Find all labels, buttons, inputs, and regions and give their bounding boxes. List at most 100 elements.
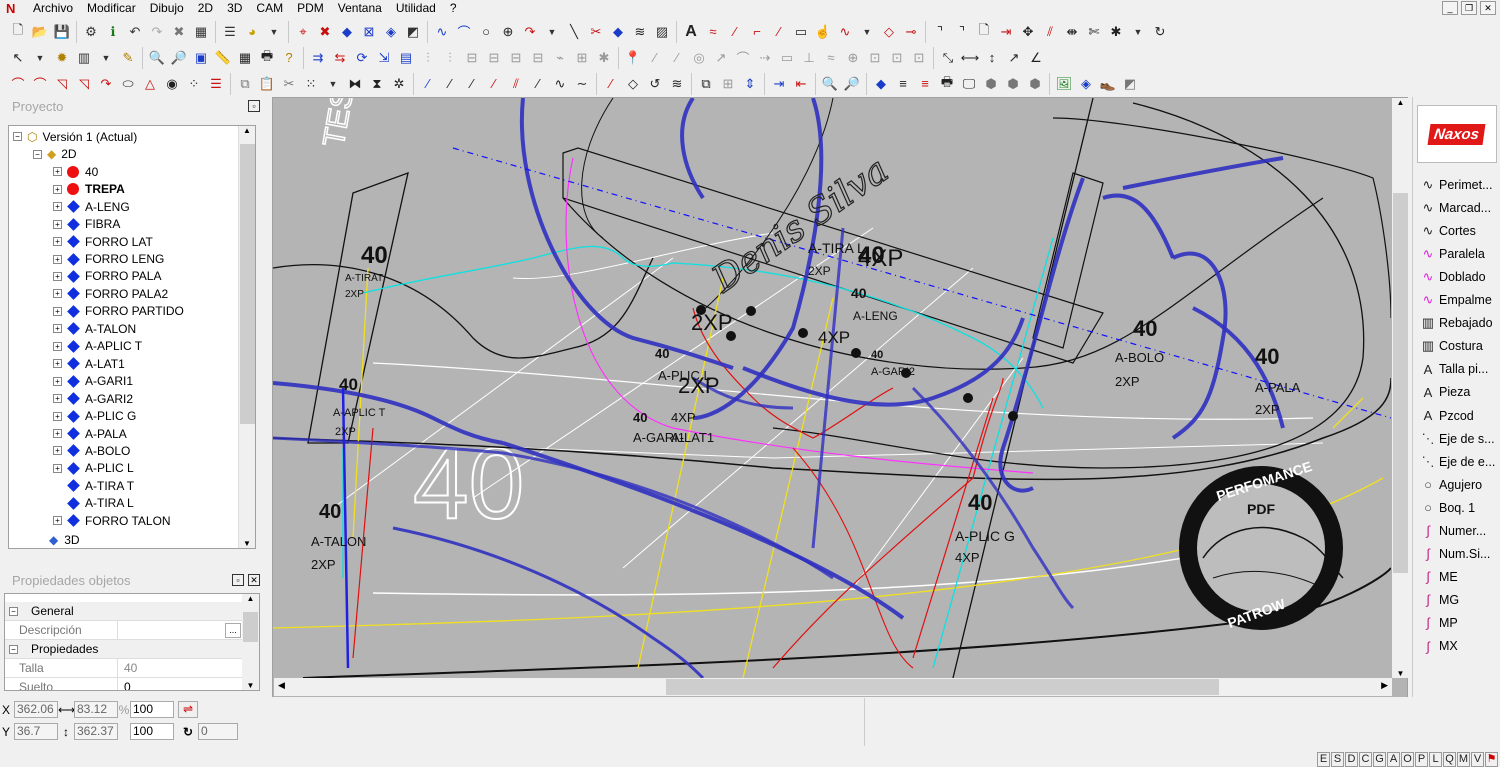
menu-cam[interactable]: CAM [249, 0, 290, 17]
grade4-icon[interactable]: ⊟ [483, 47, 505, 69]
properties-icon[interactable]: ▦ [190, 21, 212, 43]
tool-button[interactable]: ∿ Empalme [1419, 290, 1492, 310]
tree-item[interactable]: + A-APLIC T [53, 338, 142, 356]
new-file-icon[interactable]: 🗋 [7, 21, 29, 43]
status-flag[interactable]: M [1457, 752, 1470, 767]
project-tree[interactable]: − ⬡ Versión 1 (Actual) − ◆ 2D +40 + TREPA +… [8, 125, 256, 549]
menu-help[interactable]: ? [443, 0, 464, 17]
status-flag[interactable]: L [1429, 752, 1442, 767]
prop-row-suelto[interactable]: Suelto 0 [5, 678, 243, 690]
grade7-icon[interactable]: ⌁ [549, 47, 571, 69]
tree-item[interactable]: + FIBRA [53, 215, 120, 233]
expand-icon[interactable]: + [53, 411, 62, 421]
dim-angle-icon[interactable]: ∠ [1025, 47, 1047, 69]
grade2-icon[interactable]: ⫶ [439, 47, 461, 69]
status-flag[interactable]: P [1415, 752, 1428, 767]
grade8-icon[interactable]: ⊞ [571, 47, 593, 69]
dropdown-icon[interactable]: ▼ [322, 73, 344, 95]
tree-item[interactable]: + FORRO PARTIDO [53, 303, 184, 321]
help-icon[interactable]: ? [278, 47, 300, 69]
scroll-down-icon[interactable]: ▼ [242, 681, 259, 690]
tool-button[interactable]: ∫ MX [1419, 636, 1458, 656]
shape-b-icon[interactable]: ⬢ [1002, 73, 1024, 95]
expand-icon[interactable]: + [53, 359, 62, 369]
triangle-icon[interactable]: △ [139, 73, 161, 95]
rectangle-icon[interactable]: ▭ [790, 21, 812, 43]
tool-button[interactable]: ∿ Doblado [1419, 267, 1486, 287]
dropdown-icon[interactable]: ▼ [95, 47, 117, 69]
shape-a-icon[interactable]: ⬢ [980, 73, 1002, 95]
tree-scroll-thumb[interactable] [240, 144, 255, 424]
drawing-canvas[interactable]: 40 TES Denis Silva 40 A-TIRAT 2XP 40 A-A… [272, 85, 1408, 698]
scale-x-input[interactable]: 100 [130, 701, 174, 718]
fillet-icon[interactable]: ⌝ [929, 21, 951, 43]
wave-icon[interactable]: ≋ [629, 21, 651, 43]
suelto-value[interactable]: 0 [117, 678, 243, 690]
wave2-icon[interactable]: ∿ [834, 21, 856, 43]
tool-button[interactable]: ∫ Num.Si... [1419, 544, 1490, 564]
collapse-icon[interactable]: − [9, 606, 18, 616]
corner-icon[interactable]: ⌐ [746, 21, 768, 43]
collapse-icon[interactable]: − [9, 644, 18, 654]
flip-h-icon[interactable]: ⧓ [344, 73, 366, 95]
tree-item[interactable]: + A-LAT1 [53, 355, 125, 373]
tool-button[interactable]: ∫ Numer... [1419, 521, 1486, 541]
prop-row-descripcion[interactable]: Descripción ... [5, 621, 243, 640]
expand-icon[interactable]: + [53, 306, 62, 316]
dx-value[interactable]: 83.12 [74, 701, 118, 718]
offset-icon[interactable]: ⁄ [768, 21, 790, 43]
slash-icon[interactable]: ⁄ [724, 21, 746, 43]
dim-diag-icon[interactable]: ⤡ [937, 47, 959, 69]
grade5-icon[interactable]: ⊟ [505, 47, 527, 69]
pencil-icon[interactable]: ✎ [117, 47, 139, 69]
tool-button[interactable]: ○ Boq. 1 [1419, 498, 1475, 518]
mark5-icon[interactable]: ⊡ [908, 47, 930, 69]
scroll-down-icon[interactable]: ▼ [239, 539, 255, 548]
updown-icon[interactable]: ⇕ [739, 73, 761, 95]
menu-pdm[interactable]: PDM [290, 0, 331, 17]
menu-utilidad[interactable]: Utilidad [389, 0, 443, 17]
window-icon[interactable]: ⧉ [695, 73, 717, 95]
flip-v-icon[interactable]: ⧗ [366, 73, 388, 95]
zoom-icon[interactable]: 🔍 [146, 47, 168, 69]
status-flag[interactable]: Q [1443, 752, 1456, 767]
ring-icon[interactable]: ◉ [161, 73, 183, 95]
trim2-icon[interactable]: ✄ [1083, 21, 1105, 43]
status-flag[interactable]: D [1345, 752, 1358, 767]
tree-item[interactable]: +40 [53, 163, 98, 181]
wave3-icon[interactable]: ≈ [820, 47, 842, 69]
rotate-icon[interactable]: ⟳ [351, 47, 373, 69]
tree-item[interactable]: + A-PALA [53, 425, 127, 443]
expand-icon[interactable]: + [53, 289, 62, 299]
dim-radius-icon[interactable]: ↗ [1003, 47, 1025, 69]
tool-button[interactable]: A Pzcod [1419, 406, 1474, 426]
expand-icon[interactable]: + [53, 394, 62, 404]
align-icon[interactable]: ⇌ [178, 701, 198, 718]
y-value[interactable]: 36.7 [14, 723, 58, 740]
status-flag[interactable]: O [1401, 752, 1414, 767]
tool-button[interactable]: ∫ MP [1419, 613, 1458, 633]
shoe-icon[interactable]: 👞 [1097, 73, 1119, 95]
curve-a-icon[interactable]: ⌒ [7, 73, 29, 95]
diamond-icon[interactable]: ◆ [870, 73, 892, 95]
status-flag[interactable]: V [1471, 752, 1484, 767]
save-icon[interactable]: 💾 [51, 21, 73, 43]
diag-icon[interactable]: ⁄ [644, 47, 666, 69]
tool-button[interactable]: ○ Agujero [1419, 475, 1482, 495]
point-icon[interactable]: ◆ [607, 21, 629, 43]
expand-icon[interactable]: + [53, 341, 62, 351]
tree-node-3d[interactable]: ◆ 3D [49, 531, 80, 548]
flag-icon[interactable]: ⚑ [1485, 752, 1498, 767]
chamfer-icon[interactable]: ⌝ [951, 21, 973, 43]
tool-button[interactable]: ∿ Paralela [1419, 244, 1485, 264]
delete-icon[interactable]: ✖ [168, 21, 190, 43]
page-icon[interactable]: 🗋 [973, 21, 995, 43]
props-scroll-thumb[interactable] [243, 612, 258, 642]
tree-item[interactable]: + A-TALON [53, 320, 136, 338]
expand-icon[interactable]: + [53, 516, 62, 526]
sheet-icon[interactable]: ▤ [395, 47, 417, 69]
tree-item[interactable]: + TREPA [53, 180, 125, 198]
grade9-icon[interactable]: ✱ [593, 47, 615, 69]
remove-icon[interactable]: ✖ [314, 21, 336, 43]
expand-icon[interactable]: + [53, 429, 62, 438]
